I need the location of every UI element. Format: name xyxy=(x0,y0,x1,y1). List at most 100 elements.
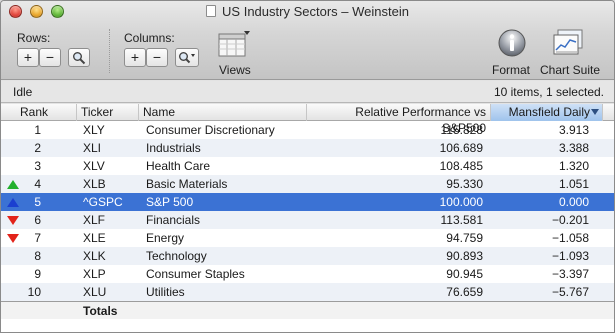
rank-cell: 8 xyxy=(34,249,41,263)
columns-label: Columns: xyxy=(124,31,175,45)
relative-performance-cell: 90.945 xyxy=(446,267,483,281)
views-button[interactable] xyxy=(217,30,251,63)
mansfield-daily-cell: −5.767 xyxy=(551,285,589,299)
totals-row: Totals xyxy=(1,301,614,319)
mansfield-daily-cell: −3.397 xyxy=(551,267,589,281)
selection-count: 10 items, 1 selected. xyxy=(493,85,604,99)
ticker-cell: ^GSPC xyxy=(83,195,123,209)
ticker-cell: XLF xyxy=(83,213,106,227)
name-cell: Utilities xyxy=(146,285,185,299)
column-header-name[interactable]: Name xyxy=(139,104,307,121)
window-title-text: US Industry Sectors – Weinstein xyxy=(222,4,409,19)
table-row[interactable]: 2 XLI Industrials 106.689 3.388 xyxy=(1,139,614,157)
document-icon xyxy=(206,5,217,17)
magnifier-dropdown-icon xyxy=(179,52,195,64)
rank-cell: 4 xyxy=(34,177,41,191)
column-header-relative-performance[interactable]: Relative Performance vs S&P500 xyxy=(307,104,491,135)
mansfield-daily-cell: −1.093 xyxy=(551,249,589,263)
rank-cell: 2 xyxy=(34,141,41,155)
chart-suite-icon xyxy=(553,29,583,55)
name-cell: Basic Materials xyxy=(146,177,228,191)
table-row[interactable]: 10 XLU Utilities 76.659 −5.767 xyxy=(1,283,614,301)
name-cell: Health Care xyxy=(146,159,211,173)
status-bar: Idle 10 items, 1 selected. xyxy=(1,81,614,103)
mansfield-daily-cell: 3.388 xyxy=(558,141,589,155)
table-row[interactable]: 3 XLV Health Care 108.485 1.320 xyxy=(1,157,614,175)
relative-performance-cell: 76.659 xyxy=(446,285,483,299)
column-header-mansfield-daily[interactable]: Mansfield Daily xyxy=(491,104,603,121)
name-cell: Industrials xyxy=(146,141,201,155)
name-cell: Energy xyxy=(146,231,185,245)
rank-cell: 7 xyxy=(34,231,41,245)
relative-performance-cell: 95.330 xyxy=(446,177,483,191)
mansfield-daily-cell: 1.320 xyxy=(558,159,589,173)
views-label: Views xyxy=(219,63,251,77)
ticker-cell: XLB xyxy=(83,177,106,191)
rank-cell: 6 xyxy=(34,213,41,227)
mansfield-daily-cell: −0.201 xyxy=(551,213,589,227)
totals-label: Totals xyxy=(83,304,118,318)
table-row[interactable]: 6 XLF Financials 113.581 −0.201 xyxy=(1,211,614,229)
toolbar-separator xyxy=(109,29,110,73)
relative-performance-cell: 106.689 xyxy=(439,141,483,155)
relative-performance-cell: 113.581 xyxy=(440,213,484,227)
remove-column-button[interactable]: − xyxy=(146,48,168,67)
table-row[interactable]: 4 XLB Basic Materials 95.330 1.051 xyxy=(1,175,614,193)
table-row[interactable]: 1 XLY Consumer Discretionary 115.828 3.913 xyxy=(1,121,614,139)
rank-cell: 1 xyxy=(34,123,41,137)
up-arrow-blue-icon xyxy=(7,198,19,207)
rank-cell: 5 xyxy=(34,195,41,209)
remove-row-button[interactable]: − xyxy=(39,48,61,67)
name-cell: Consumer Discretionary xyxy=(146,123,275,137)
mansfield-daily-cell: −1.058 xyxy=(551,231,589,245)
sector-table[interactable]: Rank Ticker Name Relative Performance vs… xyxy=(1,104,614,332)
name-cell: Consumer Staples xyxy=(146,267,245,281)
name-cell: Technology xyxy=(146,249,207,263)
table-row[interactable]: 5 ^GSPC S&P 500 100.000 0.000 xyxy=(1,193,614,211)
relative-performance-cell: 115.828 xyxy=(440,123,484,137)
format-button[interactable] xyxy=(498,28,526,61)
rank-cell: 3 xyxy=(34,159,41,173)
down-arrow-red-icon xyxy=(7,216,19,225)
add-row-button[interactable]: + xyxy=(17,48,39,67)
ticker-cell: XLP xyxy=(83,267,106,281)
app-window: US Industry Sectors – Weinstein Rows: + … xyxy=(0,0,615,333)
relative-performance-cell: 90.893 xyxy=(446,249,483,263)
ticker-cell: XLE xyxy=(83,231,106,245)
down-arrow-red-icon xyxy=(7,234,19,243)
table-row[interactable]: 8 XLK Technology 90.893 −1.093 xyxy=(1,247,614,265)
magnifier-icon xyxy=(73,52,86,65)
format-label: Format xyxy=(492,63,531,77)
name-cell: Financials xyxy=(146,213,201,227)
status-text: Idle xyxy=(13,85,33,99)
rank-cell: 9 xyxy=(34,267,41,281)
column-header-mansfield-label: Mansfield Daily xyxy=(508,105,590,119)
relative-performance-cell: 94.759 xyxy=(446,231,483,245)
add-column-button[interactable]: + xyxy=(124,48,146,67)
columns-search-button[interactable] xyxy=(175,48,199,67)
table-row[interactable]: 9 XLP Consumer Staples 90.945 −3.397 xyxy=(1,265,614,283)
mansfield-daily-cell: 0.000 xyxy=(558,195,589,209)
ticker-cell: XLY xyxy=(83,123,105,137)
column-header-ticker[interactable]: Ticker xyxy=(77,104,139,121)
rows-search-button[interactable] xyxy=(68,48,90,67)
relative-performance-cell: 100.000 xyxy=(439,195,483,209)
ticker-cell: XLV xyxy=(83,159,105,173)
info-icon xyxy=(498,29,526,57)
up-arrow-green-icon xyxy=(7,180,19,189)
ticker-cell: XLK xyxy=(83,249,106,263)
column-header-rank[interactable]: Rank xyxy=(1,104,77,121)
ticker-cell: XLI xyxy=(83,141,102,155)
chart-suite-label: Chart Suite xyxy=(540,63,601,77)
table-header: Rank Ticker Name Relative Performance vs… xyxy=(1,104,614,135)
window-title: US Industry Sectors – Weinstein xyxy=(1,4,614,19)
rows-label: Rows: xyxy=(17,31,51,45)
relative-performance-cell: 108.485 xyxy=(439,159,483,173)
rank-cell: 10 xyxy=(27,285,41,299)
mansfield-daily-cell: 3.913 xyxy=(558,123,589,137)
chart-suite-button[interactable] xyxy=(552,28,586,61)
ticker-cell: XLU xyxy=(83,285,107,299)
views-table-icon xyxy=(218,31,250,57)
table-row[interactable]: 7 XLE Energy 94.759 −1.058 xyxy=(1,229,614,247)
name-cell: S&P 500 xyxy=(146,195,194,209)
